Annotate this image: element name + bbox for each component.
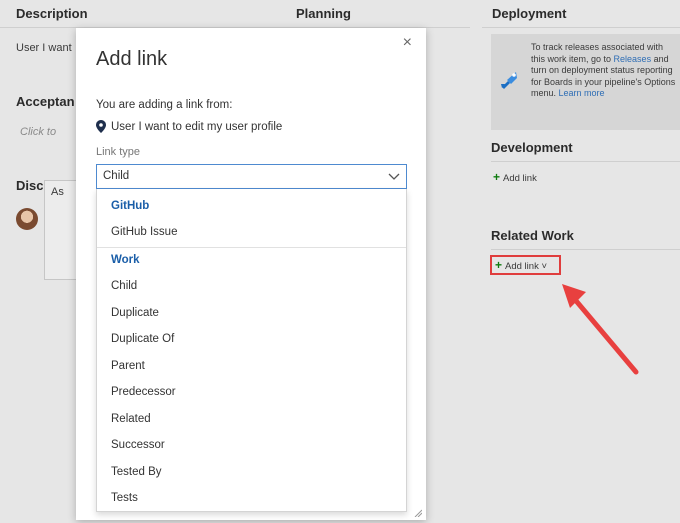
development-add-link-button[interactable]: + Add link xyxy=(493,170,537,184)
acceptance-heading: Acceptan xyxy=(16,94,75,109)
acceptance-placeholder[interactable]: Click to xyxy=(20,126,56,138)
description-header: Description xyxy=(0,0,470,28)
location-pin-icon xyxy=(96,120,106,133)
dropdown-item-github-issue[interactable]: GitHub Issue xyxy=(97,219,406,245)
pipelines-icon xyxy=(501,72,517,89)
link-type-select[interactable]: Child xyxy=(96,164,407,189)
link-type-value: Child xyxy=(103,170,130,182)
planning-header: Planning xyxy=(296,6,351,21)
dropdown-item-predecessor[interactable]: Predecessor xyxy=(97,379,406,405)
learn-more-link[interactable]: Learn more xyxy=(559,88,605,98)
deployment-card-text: To track releases associated with this w… xyxy=(531,42,676,98)
add-link-dialog: Add link × You are adding a link from: U… xyxy=(76,28,426,520)
deployment-header: Deployment xyxy=(482,0,680,28)
dropdown-item-tests[interactable]: Tests xyxy=(97,485,406,511)
dropdown-item-child[interactable]: Child xyxy=(97,273,406,299)
dropdown-group-github: GitHub xyxy=(111,200,150,212)
dialog-subtitle: You are adding a link from: xyxy=(96,99,233,111)
resize-handle-icon[interactable] xyxy=(414,509,422,517)
chevron-down-icon xyxy=(388,173,400,180)
close-icon[interactable]: × xyxy=(403,34,412,52)
dialog-title: Add link xyxy=(96,48,168,70)
related-work-heading: Related Work xyxy=(491,228,574,243)
link-type-label: Link type xyxy=(96,146,141,158)
dropdown-item-related[interactable]: Related xyxy=(97,406,406,432)
plus-icon: + xyxy=(495,258,503,272)
avatar xyxy=(16,208,38,230)
releases-link[interactable]: Releases xyxy=(614,54,652,64)
description-text[interactable]: User I want xyxy=(16,42,72,54)
dropdown-item-parent[interactable]: Parent xyxy=(97,353,406,379)
dropdown-group-work: Work xyxy=(111,254,140,266)
callout-arrow xyxy=(562,284,639,375)
development-heading: Development xyxy=(491,140,573,155)
dropdown-item-successor[interactable]: Successor xyxy=(97,432,406,458)
related-work-add-link-button[interactable]: + Add link ˅ xyxy=(490,255,561,275)
source-work-item: User I want to edit my user profile xyxy=(96,120,282,133)
dropdown-item-duplicate[interactable]: Duplicate xyxy=(97,300,406,326)
plus-icon: + xyxy=(493,170,501,184)
discussion-text: As xyxy=(51,186,64,198)
link-type-dropdown: GitHub GitHub Issue Work Child Duplicate… xyxy=(96,189,407,512)
dropdown-item-tested-by[interactable]: Tested By xyxy=(97,459,406,485)
dropdown-item-duplicate-of[interactable]: Duplicate Of xyxy=(97,326,406,352)
deployment-card: To track releases associated with this w… xyxy=(491,34,680,130)
